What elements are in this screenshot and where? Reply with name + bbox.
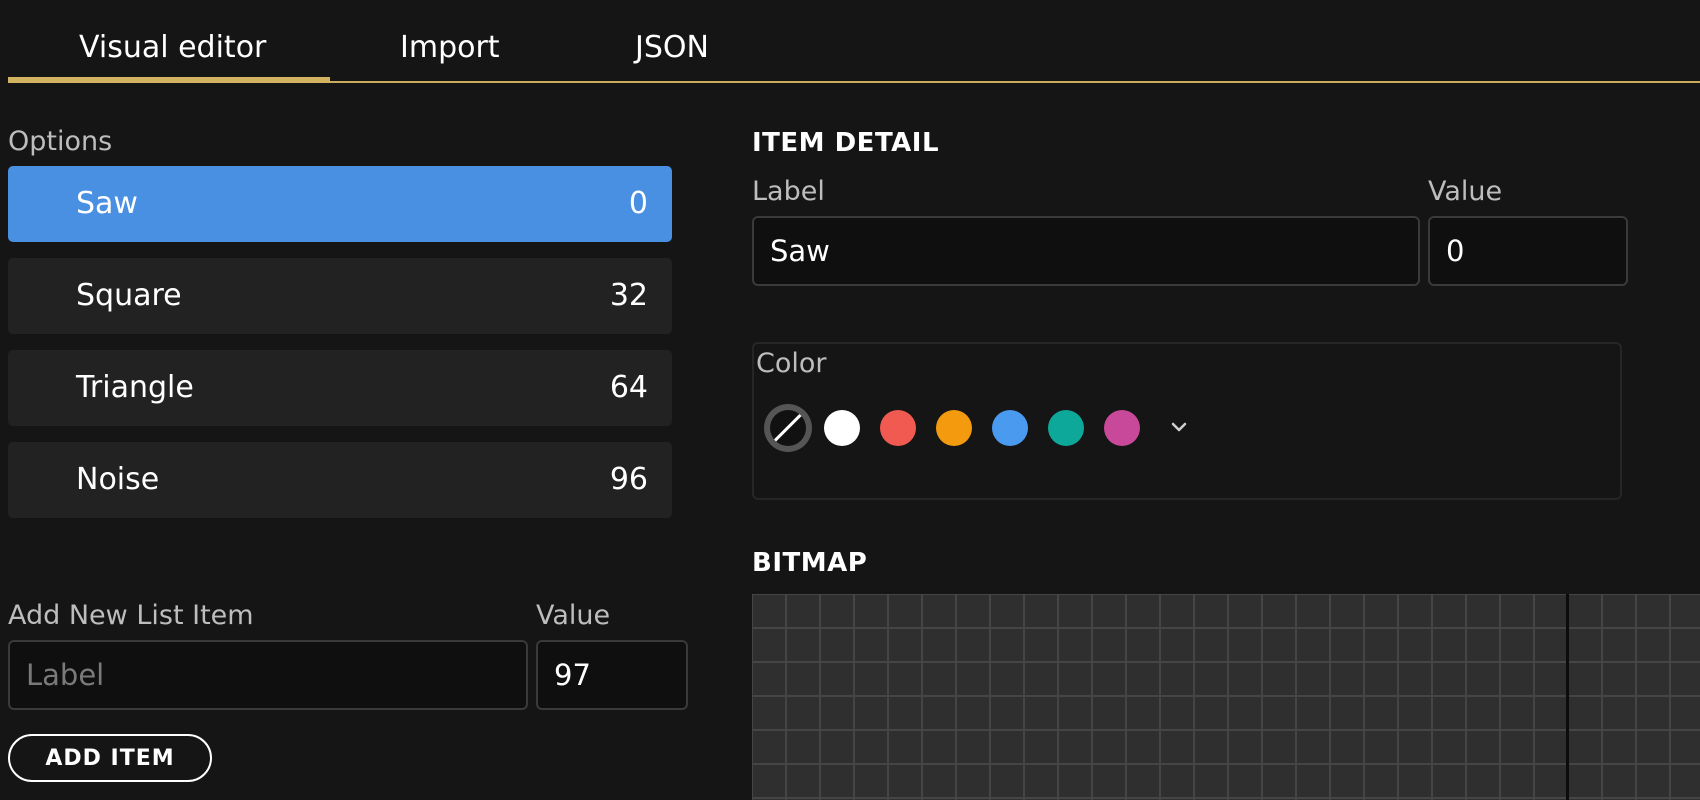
list-item-value: 32 bbox=[609, 278, 648, 313]
list-item[interactable]: Noise 96 bbox=[8, 442, 672, 518]
new-item-value-input[interactable] bbox=[536, 640, 688, 710]
bitmap-heading: BITMAP bbox=[752, 548, 868, 578]
tab-import[interactable]: Import bbox=[400, 30, 500, 65]
bitmap-divider bbox=[1566, 594, 1569, 800]
color-swatch-teal[interactable] bbox=[1048, 410, 1084, 446]
item-detail-heading: ITEM DETAIL bbox=[752, 128, 940, 158]
tab-visual-editor[interactable]: Visual editor bbox=[79, 30, 266, 65]
list-item-label: Square bbox=[76, 278, 182, 313]
tab-json[interactable]: JSON bbox=[635, 30, 709, 65]
active-tab-indicator bbox=[8, 77, 330, 83]
tab-bar: Visual editor Import JSON bbox=[8, 0, 1700, 83]
bitmap-grid[interactable] bbox=[752, 594, 1700, 800]
color-swatch-orange[interactable] bbox=[936, 410, 972, 446]
detail-label-heading: Label bbox=[752, 176, 825, 207]
list-item-value: 96 bbox=[609, 462, 648, 497]
color-swatch-red[interactable] bbox=[880, 410, 916, 446]
list-item-value: 0 bbox=[628, 186, 648, 221]
detail-value-heading: Value bbox=[1428, 176, 1503, 207]
list-item-label: Saw bbox=[76, 186, 138, 221]
add-item-value-heading: Value bbox=[536, 600, 611, 631]
list-item[interactable]: Square 32 bbox=[8, 258, 672, 334]
chevron-down-icon[interactable] bbox=[1164, 412, 1194, 442]
list-item[interactable]: Triangle 64 bbox=[8, 350, 672, 426]
detail-label-input[interactable] bbox=[752, 216, 1420, 286]
detail-value-input[interactable] bbox=[1428, 216, 1628, 286]
color-swatch-blue[interactable] bbox=[992, 410, 1028, 446]
add-item-button[interactable]: ADD ITEM bbox=[8, 734, 212, 782]
options-list: Saw 0 Square 32 Triangle 64 Noise 96 bbox=[8, 166, 672, 534]
color-picker: Color bbox=[752, 342, 1622, 500]
no-color-swatch[interactable] bbox=[764, 404, 812, 452]
color-heading: Color bbox=[756, 348, 827, 379]
color-swatch-magenta[interactable] bbox=[1104, 410, 1140, 446]
new-item-label-input[interactable] bbox=[8, 640, 528, 710]
list-item-value: 64 bbox=[609, 370, 648, 405]
list-item-label: Triangle bbox=[76, 370, 194, 405]
list-item[interactable]: Saw 0 bbox=[8, 166, 672, 242]
options-heading: Options bbox=[8, 126, 113, 157]
add-item-label-heading: Add New List Item bbox=[8, 600, 254, 631]
list-item-label: Noise bbox=[76, 462, 160, 497]
color-swatch-white[interactable] bbox=[824, 410, 860, 446]
